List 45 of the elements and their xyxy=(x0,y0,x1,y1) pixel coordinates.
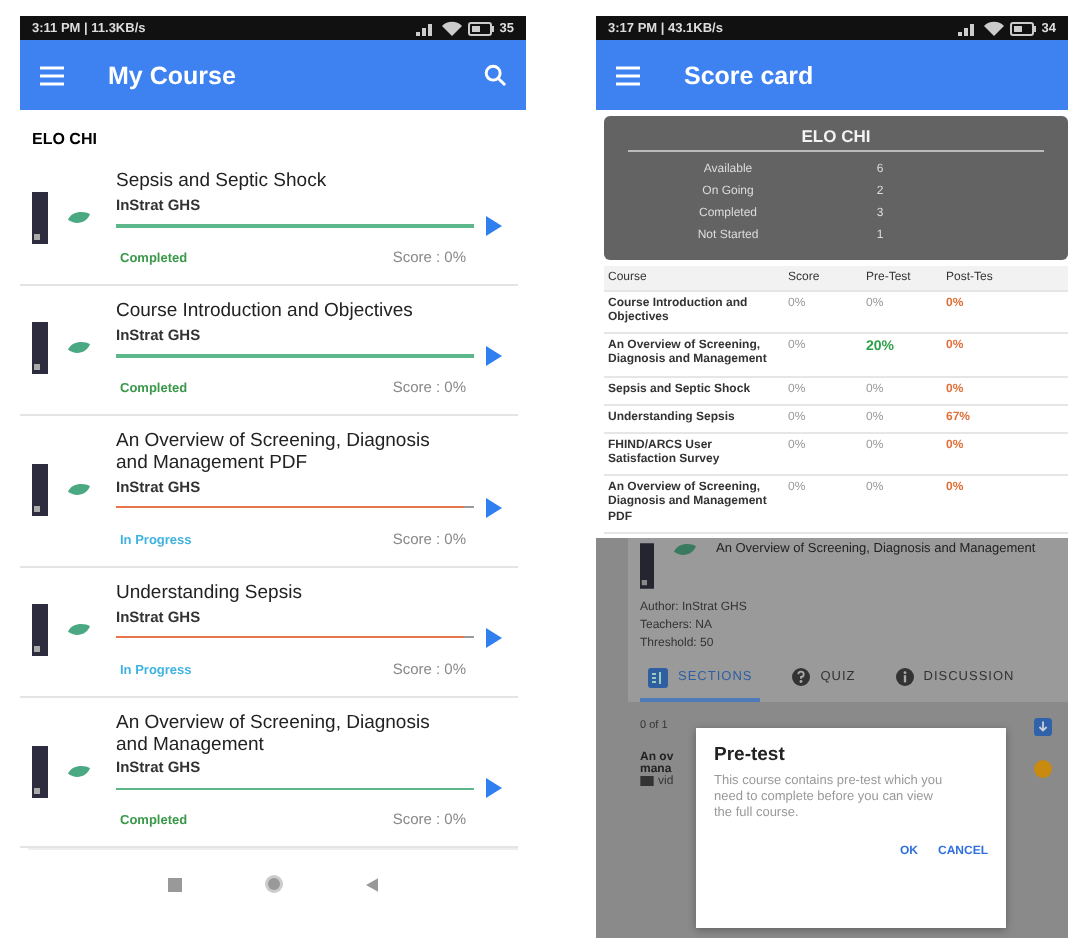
book-icon xyxy=(32,604,48,657)
leaf-icon xyxy=(68,763,90,780)
screen-title: Score card xyxy=(684,61,816,89)
list-icon xyxy=(648,667,668,688)
help-icon xyxy=(792,668,811,687)
search-icon[interactable] xyxy=(484,64,506,86)
course-title: Sepsis and Septic Shock xyxy=(116,172,329,194)
menu-icon[interactable] xyxy=(616,65,640,85)
info-icon xyxy=(895,668,914,687)
video-icon xyxy=(640,776,654,787)
course-title: Understanding Sepsis xyxy=(116,583,304,606)
download-icon[interactable] xyxy=(1034,717,1052,736)
book-icon xyxy=(32,463,48,516)
battery-icon xyxy=(1009,21,1036,35)
play-icon[interactable] xyxy=(486,497,502,518)
leaf-icon xyxy=(68,210,90,227)
leaf-icon xyxy=(68,340,90,357)
course-title: An Overview of Screening, Diagnosis and Management xyxy=(116,713,432,757)
battery-icon xyxy=(467,21,494,35)
user-name: ELO CHI xyxy=(30,128,99,152)
book-icon xyxy=(640,541,654,590)
book-icon xyxy=(32,322,48,375)
home-icon[interactable] xyxy=(263,874,284,895)
book-icon xyxy=(32,745,48,798)
play-icon[interactable] xyxy=(486,215,502,236)
signal-icon xyxy=(957,20,978,36)
play-icon[interactable] xyxy=(486,345,502,366)
menu-icon[interactable] xyxy=(40,65,64,85)
user-name: ELO CHI xyxy=(628,126,1044,152)
wifi-icon xyxy=(441,20,462,36)
leaf-icon xyxy=(68,622,90,639)
leaf-icon xyxy=(674,541,696,558)
course-title: Course Introduction and Objectives xyxy=(116,301,415,324)
status-dot-icon xyxy=(1034,760,1052,779)
back-icon[interactable] xyxy=(365,877,378,892)
screen-title: My Course xyxy=(108,61,238,89)
recent-apps-icon[interactable] xyxy=(168,877,183,892)
play-icon[interactable] xyxy=(486,778,502,799)
dialog-title: Pre-test xyxy=(714,743,787,766)
signal-icon xyxy=(415,20,436,36)
play-icon[interactable] xyxy=(486,627,502,648)
book-icon xyxy=(32,192,48,245)
wifi-icon xyxy=(983,20,1004,36)
course-title: An Overview of Screening, Diagnosis and Management PDF xyxy=(116,431,432,476)
leaf-icon xyxy=(68,481,90,498)
